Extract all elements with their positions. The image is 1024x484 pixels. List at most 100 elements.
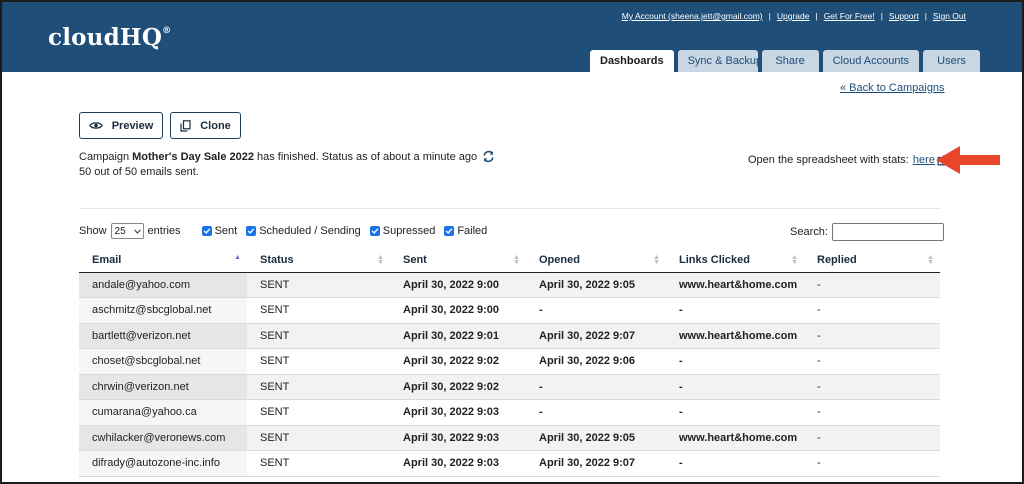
table-row: cumarana@yahoo.ca SENT April 30, 2022 9:… — [79, 399, 940, 426]
email-cell: choset@sbcglobal.net — [79, 348, 247, 375]
status-cell: SENT — [247, 272, 390, 298]
column-header-sent[interactable]: Sent ▲ ▼ — [390, 249, 526, 273]
red-arrow-icon — [936, 146, 1000, 174]
status-cell: SENT — [247, 348, 390, 375]
upgrade-link[interactable]: Upgrade — [777, 11, 810, 21]
sort-icon: ▲ ▼ — [791, 254, 798, 266]
email-cell: cumarana@yahoo.ca — [79, 399, 247, 426]
links-clicked-cell: - — [666, 348, 804, 375]
tab-share[interactable]: Share — [761, 50, 819, 72]
opened-cell: - — [526, 297, 666, 324]
search-label: Search: — [790, 226, 828, 238]
email-cell: andale@yahoo.com — [79, 272, 247, 298]
replied-cell: - — [804, 374, 940, 400]
opened-cell: April 30, 2022 9:05 — [526, 425, 666, 451]
entries-select[interactable]: 25 — [110, 223, 144, 239]
clone-button[interactable]: Clone — [170, 112, 241, 139]
status-cell: SENT — [247, 399, 390, 426]
table-row: andale@yahoo.com SENT April 30, 2022 9:0… — [79, 272, 940, 298]
email-cell: chrwin@verizon.net — [79, 374, 247, 400]
column-header-links-clicked[interactable]: Links Clicked ▲ ▼ — [666, 249, 804, 273]
status-cell: SENT — [247, 425, 390, 451]
table-row: choset@sbcglobal.net SENT April 30, 2022… — [79, 348, 940, 375]
links-clicked-cell: - — [666, 297, 804, 324]
refresh-icon[interactable] — [482, 150, 495, 163]
chevron-down-icon — [133, 228, 141, 234]
preview-button[interactable]: Preview — [79, 112, 163, 139]
table-row: difrady@autozone-inc.info SENT April 30,… — [79, 450, 940, 477]
replied-cell: - — [804, 272, 940, 298]
sort-ascending-icon: ▲ — [234, 254, 241, 261]
section-divider — [79, 208, 940, 209]
back-to-campaigns-link[interactable]: « Back to Campaigns — [840, 82, 945, 94]
cloudhq-logo[interactable]: cloudHQ® — [48, 24, 171, 51]
links-clicked-cell: www.heart&home.com — [666, 323, 804, 349]
search-input[interactable] — [831, 223, 944, 241]
account-links: My Account (sheena.jett@gmail.com) | Upg… — [621, 11, 966, 21]
checkbox-checked-icon[interactable] — [369, 226, 380, 236]
table-filters: Show 25 entries Sent Scheduled / Sending… — [79, 223, 496, 239]
replied-cell: - — [804, 297, 940, 324]
replied-cell: - — [804, 348, 940, 375]
replied-cell: - — [804, 399, 940, 426]
filter-sent[interactable]: Sent — [201, 225, 237, 237]
sent-cell: April 30, 2022 9:03 — [390, 450, 526, 477]
checkbox-checked-icon[interactable] — [201, 226, 212, 236]
my-account-link[interactable]: My Account (sheena.jett@gmail.com) — [622, 11, 763, 21]
opened-cell: April 30, 2022 9:06 — [526, 348, 666, 375]
spreadsheet-here-link[interactable]: here — [913, 154, 935, 166]
sort-icon: ▲ ▼ — [377, 254, 384, 266]
app-window: cloudHQ® My Account (sheena.jett@gmail.c… — [0, 0, 1024, 484]
filter-failed[interactable]: Failed — [444, 225, 487, 237]
table-row: bartlett@verizon.net SENT April 30, 2022… — [79, 323, 940, 349]
status-cell: SENT — [247, 374, 390, 400]
column-header-email[interactable]: Email ▲ — [79, 249, 247, 273]
tab-users[interactable]: Users — [923, 50, 981, 72]
filter-supressed[interactable]: Supressed — [369, 225, 435, 237]
links-clicked-cell: - — [666, 374, 804, 400]
replied-cell: - — [804, 323, 940, 349]
table-row: aschmitz@sbcglobal.net SENT April 30, 20… — [79, 297, 940, 324]
copy-icon — [180, 119, 191, 132]
top-header: cloudHQ® My Account (sheena.jett@gmail.c… — [2, 2, 1022, 72]
email-cell: cwhilacker@veronews.com — [79, 425, 247, 451]
campaign-status: Campaign Mother's Day Sale 2022 has fini… — [79, 150, 495, 163]
main-tabs: Dashboards Sync & Backup Share Cloud Acc… — [590, 50, 984, 72]
links-clicked-cell: www.heart&home.com — [666, 272, 804, 298]
clone-label: Clone — [200, 119, 231, 132]
sent-cell: April 30, 2022 9:01 — [390, 323, 526, 349]
support-link[interactable]: Support — [889, 11, 919, 21]
opened-cell: April 30, 2022 9:07 — [526, 450, 666, 477]
tab-cloud-accounts[interactable]: Cloud Accounts — [822, 50, 920, 72]
campaign-name: Mother's Day Sale 2022 — [132, 150, 254, 163]
status-cell: SENT — [247, 450, 390, 477]
replied-cell: - — [804, 450, 940, 477]
column-header-opened[interactable]: Opened ▲ ▼ — [526, 249, 666, 273]
checkbox-checked-icon[interactable] — [246, 226, 257, 236]
column-header-status[interactable]: Status ▲ ▼ — [247, 249, 390, 273]
opened-cell: - — [526, 399, 666, 426]
sent-cell: April 30, 2022 9:02 — [390, 374, 526, 400]
recipients-table: Email ▲ Status ▲ ▼ Sent ▲ ▼ Opened ▲ ▼ Links Cl… — [79, 249, 940, 477]
opened-cell: April 30, 2022 9:07 — [526, 323, 666, 349]
sent-summary: 50 out of 50 emails sent. — [79, 166, 199, 178]
get-for-free-link[interactable]: Get For Free! — [824, 11, 875, 21]
filter-scheduled-sending[interactable]: Scheduled / Sending — [246, 225, 361, 237]
status-cell: SENT — [247, 323, 390, 349]
tab-dashboards[interactable]: Dashboards — [590, 50, 674, 72]
column-header-replied[interactable]: Replied ▲ ▼ — [804, 249, 940, 273]
email-cell: bartlett@verizon.net — [79, 323, 247, 349]
sign-out-link[interactable]: Sign Out — [933, 11, 966, 21]
sent-cell: April 30, 2022 9:03 — [390, 425, 526, 451]
links-clicked-cell: - — [666, 399, 804, 426]
table-row: cwhilacker@veronews.com SENT April 30, 2… — [79, 425, 940, 451]
tab-sync-backup[interactable]: Sync & Backup — [677, 50, 762, 72]
checkbox-checked-icon[interactable] — [444, 226, 455, 236]
preview-label: Preview — [111, 119, 154, 132]
status-cell: SENT — [247, 297, 390, 324]
sent-cell: April 30, 2022 9:00 — [390, 272, 526, 298]
sent-cell: April 30, 2022 9:02 — [390, 348, 526, 375]
email-cell: aschmitz@sbcglobal.net — [79, 297, 247, 324]
opened-cell: - — [526, 374, 666, 400]
sort-icon: ▲ ▼ — [653, 254, 660, 266]
